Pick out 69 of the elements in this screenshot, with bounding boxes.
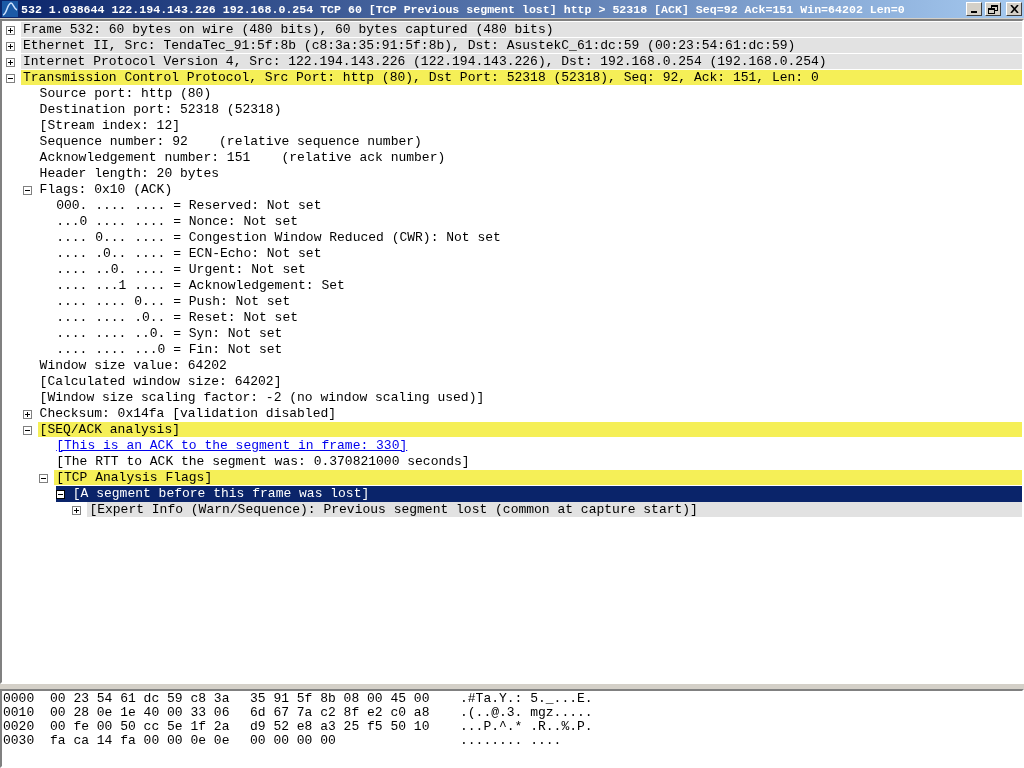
tree-item[interactable]: [Calculated window size: 64202] (37, 374, 1022, 389)
tree-item[interactable]: .... 0... .... = Congestion Window Reduced (CWR): Not set (54, 230, 1022, 245)
ascii-text: ........ .... (460, 734, 563, 748)
tree-item[interactable]: Sequence number: 92 (relative sequence number) (37, 134, 1022, 149)
tree-item[interactable]: Internet Protocol Version 4, Src: 122.194.143.226 (122.194.143.226), Dst: 192.168.0.254 (192.168.0.254) (21, 54, 1022, 69)
tree-item[interactable]: .... .... ...0 = Fin: Not set (54, 342, 1022, 357)
tree-item[interactable]: .... .... ..0. = Syn: Not set (54, 326, 1022, 341)
tree-item[interactable]: [TCP Analysis Flags] (54, 470, 1022, 485)
tree-item[interactable]: Acknowledgement number: 151 (relative ack number) (37, 150, 1022, 165)
plus-icon (7, 26, 14, 34)
plus-icon (7, 42, 14, 50)
expand-button[interactable] (22, 409, 32, 419)
tree-item[interactable]: [Stream index: 12] (37, 118, 1022, 133)
ascii-text: .#Ta.Y.: 5._...E. (460, 692, 594, 706)
hex-bytes: 00 23 54 61 dc 59 c8 3a (50, 692, 231, 706)
tree-item[interactable]: Frame 532: 60 bytes on wire (480 bits), 60 bytes captured (480 bits) (21, 22, 1022, 37)
app-icon (2, 1, 18, 17)
expand-button[interactable] (6, 41, 15, 51)
ascii-text: ...P.^.* .R..%.P. (460, 720, 594, 734)
restore-button[interactable] (985, 2, 1001, 16)
tree-item[interactable]: [Expert Info (Warn/Sequence): Previous segment lost (common at capture start)] (87, 502, 1022, 517)
collapse-button[interactable] (6, 73, 15, 83)
frame-link[interactable]: [This is an ACK to the segment in frame: 330] (54, 438, 1022, 453)
tree-item[interactable]: .... .... 0... = Push: Not set (54, 294, 1022, 309)
ascii-text: .(..@.3. mgz..... (460, 706, 594, 720)
expand-button[interactable] (6, 57, 15, 67)
tree-item[interactable]: Checksum: 0x14fa [validation disabled] (37, 406, 1022, 421)
plus-icon (73, 506, 81, 514)
tree-item[interactable]: Destination port: 52318 (52318) (37, 102, 1022, 117)
hex-bytes: d9 52 e8 a3 25 f5 50 10 (250, 720, 431, 734)
tree-item[interactable]: [SEQ/ACK analysis] (37, 422, 1022, 437)
tree-item[interactable]: Window size value: 64202 (37, 358, 1022, 373)
hex-offset: 0010 (3, 706, 36, 720)
tree-item[interactable]: .... ...1 .... = Acknowledgement: Set (54, 278, 1022, 293)
close-button[interactable] (1006, 2, 1022, 16)
plus-icon (7, 58, 14, 66)
restore-icon (988, 4, 998, 14)
hex-bytes: 35 91 5f 8b 08 00 45 00 (250, 692, 431, 706)
tree-item[interactable]: [Window size scaling factor: -2 (no window scaling used)] (37, 390, 1022, 405)
collapse-button[interactable] (39, 473, 49, 483)
tree-item[interactable]: .... ..0. .... = Urgent: Not set (54, 262, 1022, 277)
close-icon (1009, 5, 1019, 13)
hex-bytes: 00 28 0e 1e 40 00 33 06 (50, 706, 231, 720)
window-title: 532 1.038644 122.194.143.226 192.168.0.254 TCP 60 [TCP Previous segment lost] http > 52318 [ACK] Seq=92 Ack=151 Win=64202 Len=0 (21, 2, 906, 16)
tree-item[interactable]: Source port: http (80) (37, 86, 1022, 101)
minimize-button[interactable] (966, 2, 982, 16)
expand-button[interactable] (72, 505, 82, 515)
plus-icon (23, 410, 31, 418)
tree-item[interactable]: .... .... .0.. = Reset: Not set (54, 310, 1022, 325)
hex-bytes: 00 fe 00 50 cc 5e 1f 2a (50, 720, 231, 734)
hex-offset: 0030 (3, 734, 36, 748)
collapse-button[interactable] (55, 489, 65, 499)
tree-item[interactable]: .... .0.. .... = ECN-Echo: Not set (54, 246, 1022, 261)
tree-item[interactable]: Header length: 20 bytes (37, 166, 1022, 181)
tree-item[interactable]: Transmission Control Protocol, Src Port: http (80), Dst Port: 52318 (52318), Seq: 92, Ack: 151, Len: 0 (21, 70, 1022, 85)
tree-item[interactable]: [A segment before this frame was lost] (70, 486, 1022, 501)
tree-item[interactable]: Ethernet II, Src: TendaTec_91:5f:8b (c8:3a:35:91:5f:8b), Dst: AsustekC_61:dc:59 (00:23:54:61:dc:59) (21, 38, 1022, 53)
hex-bytes: 00 00 00 00 (250, 734, 337, 748)
hex-offset: 0020 (3, 720, 36, 734)
tree-item[interactable]: Flags: 0x10 (ACK) (37, 182, 1022, 197)
hex-bytes: 6d 67 7a c2 8f e2 c0 a8 (250, 706, 431, 720)
hex-offset: 0000 (3, 692, 36, 706)
collapse-button[interactable] (22, 425, 32, 435)
tree-item[interactable]: [The RTT to ACK the segment was: 0.370821000 seconds] (54, 454, 1022, 469)
expand-button[interactable] (6, 25, 15, 35)
tree-item[interactable]: 000. .... .... = Reserved: Not set (54, 198, 1022, 213)
hex-bytes: fa ca 14 fa 00 00 0e 0e (50, 734, 231, 748)
collapse-button[interactable] (22, 185, 32, 195)
tree-item[interactable]: ...0 .... .... = Nonce: Not set (54, 214, 1022, 229)
